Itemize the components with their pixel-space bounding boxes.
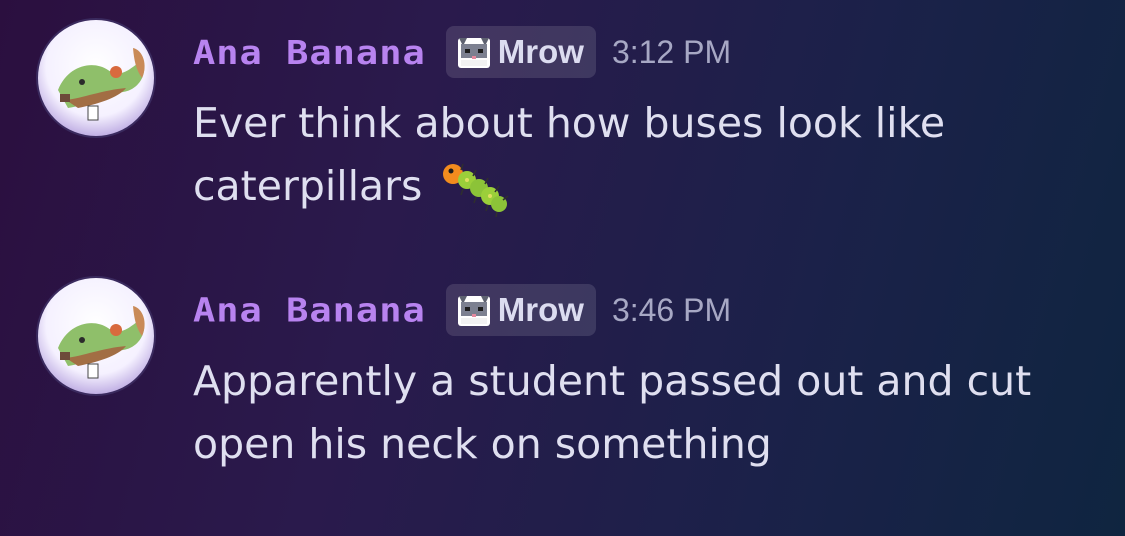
message-line: Apparently a student passed out and cut (193, 357, 1032, 405)
message-line: open his neck on something (193, 420, 772, 468)
cat-face-icon (457, 38, 490, 68)
timestamp[interactable]: 3:46 PM (612, 292, 731, 329)
avatar[interactable] (36, 276, 156, 396)
cat-face-icon (457, 296, 490, 326)
guild-tag-label: Mrow (497, 33, 584, 70)
avatar[interactable] (36, 18, 156, 138)
guild-tag[interactable]: Mrow (445, 26, 596, 78)
message-header: Ana Banana Mrow 3:12 PM (193, 26, 731, 78)
message-header: Ana Banana Mrow 3:46 PM (193, 284, 731, 336)
dragon-avatar-icon (58, 306, 145, 379)
message-content: Apparently a student passed out and cut … (193, 350, 1093, 476)
guild-tag-label: Mrow (497, 291, 584, 328)
dragon-avatar-icon (58, 48, 145, 121)
message-line: Ever think about how buses look like (193, 99, 946, 147)
message-line-with-emoji: caterpillars (193, 155, 1093, 220)
message-content: Ever think about how buses look like cat… (193, 92, 1093, 220)
message-line: caterpillars (193, 162, 423, 210)
username[interactable]: Ana Banana (193, 291, 426, 330)
username[interactable]: Ana Banana (193, 33, 426, 72)
timestamp[interactable]: 3:12 PM (612, 34, 731, 71)
caterpillar-emoji[interactable] (441, 158, 511, 220)
guild-tag[interactable]: Mrow (445, 284, 596, 336)
